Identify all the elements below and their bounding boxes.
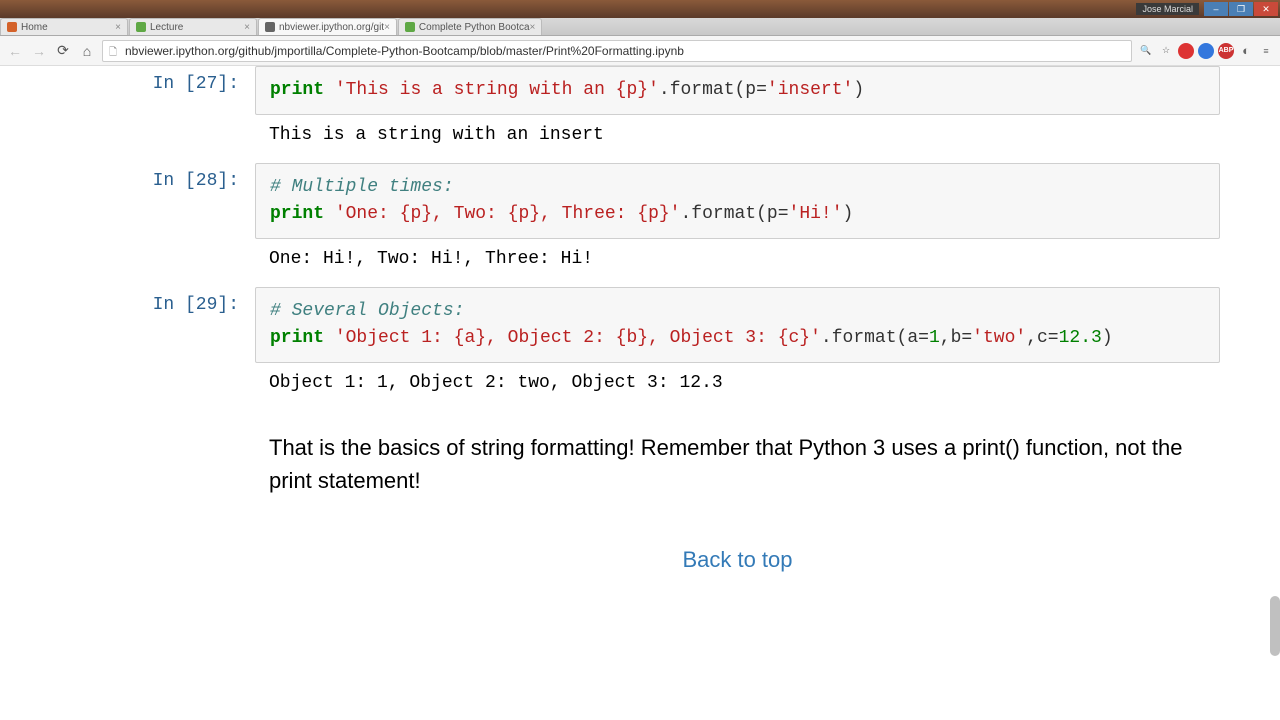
tab-lecture[interactable]: Lecture ×: [129, 18, 257, 35]
tab-label: Home: [21, 22, 48, 33]
tab-close-icon[interactable]: ×: [530, 22, 536, 33]
home-button[interactable]: ⌂: [78, 42, 96, 60]
back-to-top-link[interactable]: Back to top: [682, 547, 792, 572]
code-input: # Multiple times: print 'One: {p}, Two: …: [255, 163, 1220, 239]
page-content[interactable]: In [27]: print 'This is a string with an…: [0, 66, 1280, 720]
tab-label: Lecture: [150, 22, 183, 33]
browser-tab-bar: Home × Lecture × nbviewer.ipython.org/gi…: [0, 18, 1280, 36]
favicon-home-icon: [7, 22, 17, 32]
cell-output: Object 1: 1, Object 2: two, Object 3: 12…: [255, 363, 1220, 403]
tab-close-icon[interactable]: ×: [115, 22, 121, 33]
input-prompt: In [27]:: [60, 66, 255, 155]
tab-home[interactable]: Home ×: [0, 18, 128, 35]
user-badge: Jose Marcial: [1136, 3, 1199, 15]
tab-bootcamp[interactable]: Complete Python Bootca ×: [398, 18, 542, 35]
extension-icon[interactable]: [1198, 43, 1214, 59]
input-prompt: In [28]:: [60, 163, 255, 279]
cell-output: One: Hi!, Two: Hi!, Three: Hi!: [255, 239, 1220, 279]
input-prompt: In [29]:: [60, 287, 255, 403]
window-minimize-button[interactable]: –: [1204, 2, 1228, 16]
bookmark-icon[interactable]: ☆: [1158, 43, 1174, 59]
window-close-button[interactable]: ✕: [1254, 2, 1278, 16]
reload-button[interactable]: ⟳: [54, 42, 72, 60]
cell-output: This is a string with an insert: [255, 115, 1220, 155]
cell-27: In [27]: print 'This is a string with an…: [60, 66, 1220, 155]
url-text: nbviewer.ipython.org/github/jmportilla/C…: [125, 44, 684, 58]
back-button[interactable]: ←: [6, 42, 24, 60]
forward-button[interactable]: →: [30, 42, 48, 60]
adblock-icon[interactable]: ABP: [1218, 43, 1234, 59]
tab-nbviewer[interactable]: nbviewer.ipython.org/git ×: [258, 18, 397, 35]
extension-icon[interactable]: [1178, 43, 1194, 59]
window-title-bar: Jose Marcial – ❐ ✕: [0, 0, 1280, 18]
zoom-icon[interactable]: 🔍: [1138, 43, 1154, 59]
cell-28: In [28]: # Multiple times: print 'One: {…: [60, 163, 1220, 279]
notebook: In [27]: print 'This is a string with an…: [40, 66, 1240, 593]
code-input: # Several Objects: print 'Object 1: {a},…: [255, 287, 1220, 363]
favicon-udemy-icon: [136, 22, 146, 32]
tab-close-icon[interactable]: ×: [384, 22, 390, 33]
code-input: print 'This is a string with an {p}'.for…: [255, 66, 1220, 115]
favicon-nbviewer-icon: [265, 22, 275, 32]
tab-label: nbviewer.ipython.org/git: [279, 22, 384, 33]
page-info-icon: 🗋: [109, 45, 121, 57]
favicon-udemy-icon: [405, 22, 415, 32]
window-maximize-button[interactable]: ❐: [1229, 2, 1253, 16]
menu-icon[interactable]: ≡: [1258, 43, 1274, 59]
markdown-cell: That is the basics of string formatting!…: [60, 411, 1220, 593]
tab-close-icon[interactable]: ×: [244, 22, 250, 33]
cell-29: In [29]: # Several Objects: print 'Objec…: [60, 287, 1220, 403]
tab-label: Complete Python Bootca: [419, 22, 530, 33]
address-bar[interactable]: 🗋 nbviewer.ipython.org/github/jmportilla…: [102, 40, 1132, 62]
scrollbar-thumb[interactable]: [1270, 596, 1280, 656]
toolbar-icons: 🔍 ☆ ABP ◐ ≡: [1138, 43, 1274, 59]
empty-prompt: [60, 411, 255, 593]
back-to-top-wrapper: Back to top: [255, 507, 1220, 593]
markdown-text: That is the basics of string formatting!…: [255, 411, 1220, 507]
browser-toolbar: ← → ⟳ ⌂ 🗋 nbviewer.ipython.org/github/jm…: [0, 36, 1280, 66]
extension-icon[interactable]: ◐: [1238, 43, 1254, 59]
